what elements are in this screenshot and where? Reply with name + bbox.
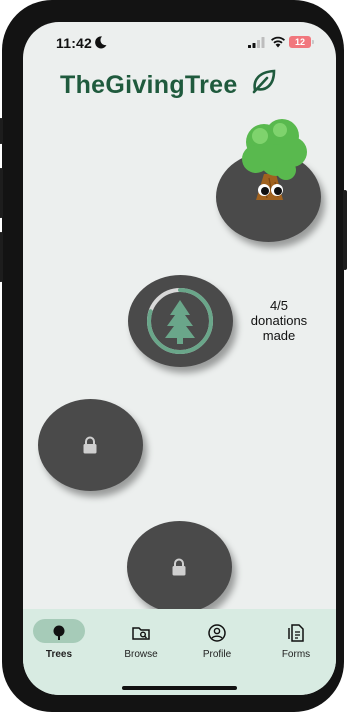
level-node-locked[interactable] — [38, 399, 143, 491]
nav-item-trees[interactable]: Trees — [29, 615, 89, 665]
phone-frame: 11:42 12 TheGivingTree 4/5 donations mad… — [0, 0, 347, 712]
lock-icon — [172, 558, 186, 576]
battery-icon: 12 — [289, 36, 311, 48]
level-node-locked[interactable] — [127, 521, 232, 613]
progress-ring — [147, 288, 213, 354]
profile-icon — [208, 624, 226, 642]
tree-icon — [53, 625, 65, 640]
power-button — [343, 190, 347, 270]
lock-icon — [83, 436, 97, 454]
nav-item-browse[interactable]: Browse — [111, 615, 171, 665]
nav-item-forms[interactable]: Forms — [266, 615, 326, 665]
app-screen: 11:42 12 TheGivingTree 4/5 donations mad… — [23, 22, 336, 695]
document-icon — [288, 624, 304, 642]
folder-search-icon — [132, 627, 150, 640]
moon-icon — [95, 36, 107, 49]
mute-switch — [0, 118, 3, 144]
donation-progress-label: 4/5 donations made — [250, 298, 308, 343]
signal-icon — [248, 37, 265, 48]
bottom-nav: Trees Browse Profile Forms — [23, 609, 336, 695]
volume-up-button — [0, 168, 3, 218]
app-title: TheGivingTree — [60, 71, 238, 99]
status-bar: 11:42 12 — [23, 22, 336, 66]
wifi-icon — [271, 36, 285, 48]
battery-tip — [312, 40, 314, 44]
volume-down-button — [0, 232, 3, 282]
home-indicator — [122, 686, 237, 690]
nav-item-profile[interactable]: Profile — [187, 615, 247, 665]
leaf-icon — [252, 69, 276, 94]
tree-character-icon — [242, 119, 307, 200]
level-node-current[interactable] — [128, 275, 233, 367]
status-time: 11:42 — [56, 35, 93, 51]
